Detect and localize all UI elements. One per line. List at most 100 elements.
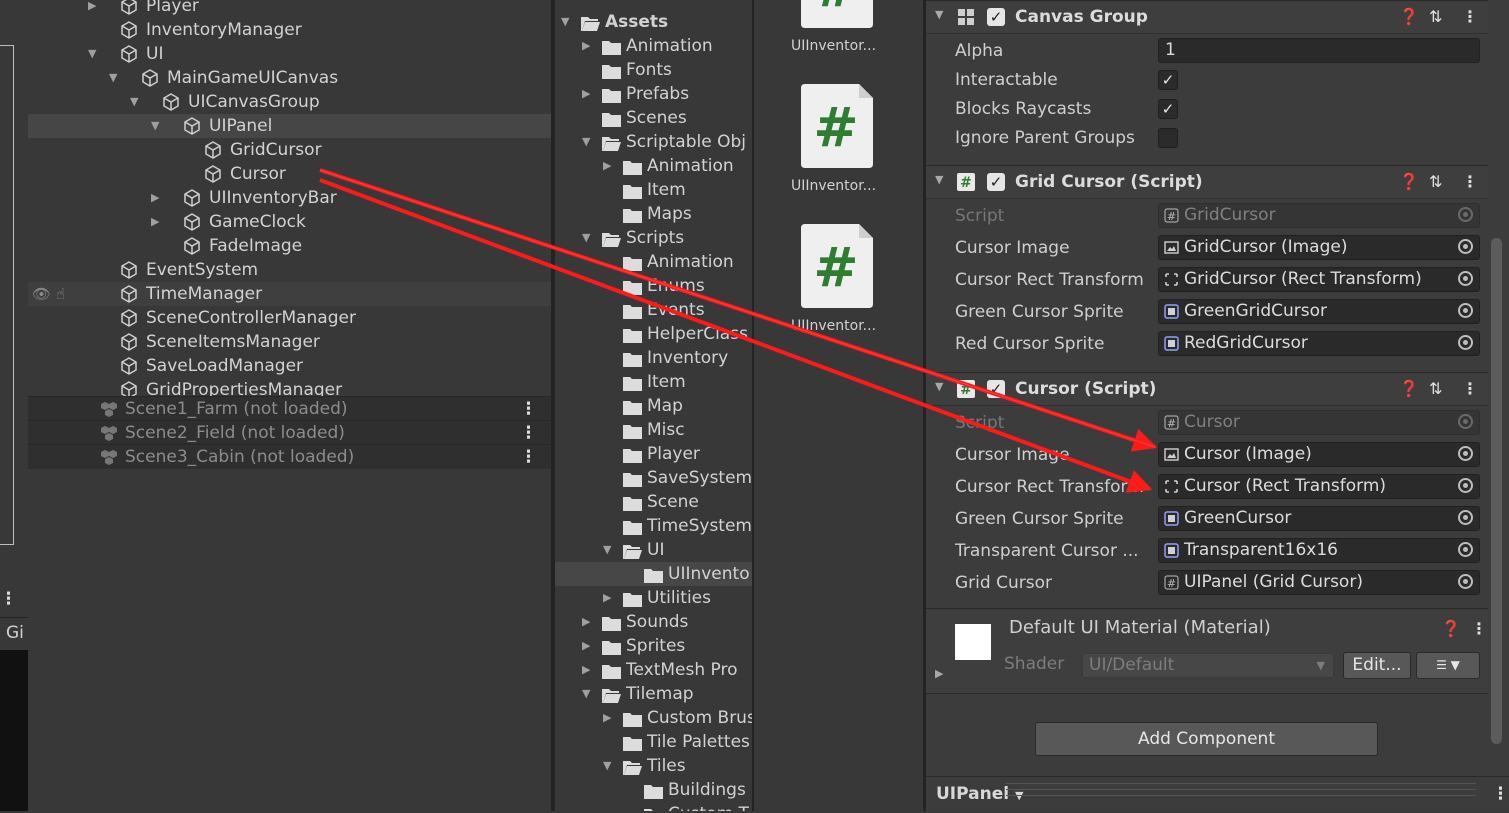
foldout-arrow-icon[interactable]: ▼ xyxy=(935,8,943,21)
object-reference-field[interactable]: Cursor (Rect Transform) xyxy=(1158,474,1480,499)
collapse-arrow-icon[interactable]: ▶ xyxy=(582,610,590,634)
object-picker-icon[interactable] xyxy=(1458,542,1473,557)
script-asset[interactable]: # UIInventor... xyxy=(791,84,876,194)
project-folder-item[interactable]: Tile Palettes xyxy=(555,730,752,754)
interactable-checkbox[interactable]: ✓ xyxy=(1158,70,1178,90)
object-reference-field[interactable]: GreenGridCursor xyxy=(1158,299,1480,324)
scrollbar-track[interactable] xyxy=(1488,0,1509,780)
script-asset[interactable]: # UIInventor... xyxy=(791,224,876,334)
visibility-eye-icon[interactable]: 👁 xyxy=(32,282,51,306)
project-folder-item[interactable]: ▶ Prefabs xyxy=(555,82,752,106)
object-reference-field[interactable]: Transparent16x16 xyxy=(1158,538,1480,563)
object-picker-icon[interactable] xyxy=(1458,446,1473,461)
project-folder-item[interactable]: ▼ Tilemap xyxy=(555,682,752,706)
project-folder-item[interactable]: Maps xyxy=(555,202,752,226)
kebab-menu-icon[interactable]: ⋮ xyxy=(0,587,17,611)
component-enabled-checkbox[interactable]: ✓ xyxy=(987,173,1005,191)
help-icon[interactable]: ❓ xyxy=(1399,373,1419,405)
object-picker-icon[interactable] xyxy=(1458,271,1473,286)
hierarchy-item[interactable]: Cursor xyxy=(28,162,551,186)
project-folder-item[interactable]: Player xyxy=(555,442,752,466)
kebab-menu-icon[interactable]: ⋮ xyxy=(1462,1,1478,33)
project-folder-item[interactable]: ▼ Scripts xyxy=(555,226,752,250)
scene-row[interactable]: Scene3_Cabin (not loaded) ⋮ xyxy=(28,444,551,469)
project-folder-item[interactable]: UIInvento xyxy=(555,562,752,586)
cursor-script-header[interactable]: ▼ # ✓ Cursor (Script) ❓ ⇅ ⋮ xyxy=(926,372,1488,406)
scene-row[interactable]: Scene2_Field (not loaded) ⋮ xyxy=(28,420,551,445)
hierarchy-item[interactable]: ▶ UIInventoryBar xyxy=(28,186,551,210)
hierarchy-item[interactable]: ▶ GameClock xyxy=(28,210,551,234)
object-picker-icon[interactable] xyxy=(1458,510,1473,525)
alpha-field[interactable]: 1 xyxy=(1158,38,1480,63)
project-folder-item[interactable]: Animation xyxy=(555,250,752,274)
object-reference-field[interactable]: # UIPanel (Grid Cursor) xyxy=(1158,570,1480,595)
expand-arrow-icon[interactable]: ▼ xyxy=(582,682,590,706)
hierarchy-item[interactable]: ▼ UICanvasGroup xyxy=(28,90,551,114)
hierarchy-item[interactable]: InventoryManager xyxy=(28,18,551,42)
collapse-arrow-icon[interactable]: ▶ xyxy=(151,186,159,210)
presets-icon[interactable]: ⇅ xyxy=(1429,166,1442,198)
project-folder-item[interactable]: ▼ Scriptable Obj xyxy=(555,130,752,154)
project-folder-item[interactable]: ▶ Custom Brus xyxy=(555,706,752,730)
hierarchy-item[interactable]: ▼ MainGameUICanvas xyxy=(28,66,551,90)
collapse-arrow-icon[interactable]: ▶ xyxy=(603,706,611,730)
project-folder-item[interactable]: ▼ Assets xyxy=(555,10,752,34)
edit-shader-button[interactable]: Edit... xyxy=(1343,652,1411,679)
project-folder-item[interactable]: Events xyxy=(555,298,752,322)
scene-row[interactable]: Scene1_Farm (not loaded) ⋮ xyxy=(28,396,551,421)
object-reference-field[interactable]: GridCursor (Rect Transform) xyxy=(1158,267,1480,292)
project-folder-item[interactable]: Misc xyxy=(555,418,752,442)
project-folder-item[interactable]: ▼ Tiles xyxy=(555,754,752,778)
canvas-group-header[interactable]: ▼ ✓ Canvas Group ❓ ⇅ ⋮ xyxy=(926,0,1488,34)
object-picker-icon[interactable] xyxy=(1458,335,1473,350)
project-folder-item[interactable]: ▶ Sounds xyxy=(555,610,752,634)
project-folder-item[interactable]: SaveSystem xyxy=(555,466,752,490)
pickable-hand-icon[interactable]: ☝ xyxy=(56,282,65,306)
shader-options-dropdown[interactable]: ☰ ▼ xyxy=(1416,652,1480,679)
collapse-arrow-icon[interactable]: ▶ xyxy=(603,154,611,178)
foldout-arrow-icon[interactable]: ▶ xyxy=(935,667,943,680)
project-folder-item[interactable]: Custom T xyxy=(555,802,752,811)
expand-arrow-icon[interactable]: ▼ xyxy=(109,66,117,90)
ignore-parent-groups-checkbox[interactable] xyxy=(1158,128,1178,148)
script-asset[interactable]: # UIInventor... xyxy=(791,0,876,54)
kebab-menu-icon[interactable]: ⋮ xyxy=(520,421,537,445)
kebab-menu-icon[interactable]: ⋮ xyxy=(1471,619,1487,638)
project-folder-item[interactable]: Scenes xyxy=(555,106,752,130)
object-reference-field[interactable]: RedGridCursor xyxy=(1158,331,1480,356)
component-enabled-checkbox[interactable]: ✓ xyxy=(987,380,1005,398)
kebab-menu-icon[interactable]: ⋮ xyxy=(520,445,537,469)
hierarchy-item[interactable]: SceneControllerManager xyxy=(28,306,551,330)
expand-arrow-icon[interactable]: ▼ xyxy=(582,226,590,250)
collapse-arrow-icon[interactable]: ▶ xyxy=(151,210,159,234)
collapse-arrow-icon[interactable]: ▶ xyxy=(582,658,590,682)
project-folder-item[interactable]: ▼ UI xyxy=(555,538,752,562)
collapse-arrow-icon[interactable]: ▶ xyxy=(582,634,590,658)
hierarchy-item[interactable]: ▶ Player xyxy=(28,0,551,18)
expand-arrow-icon[interactable]: ▼ xyxy=(603,754,611,778)
project-folder-item[interactable]: Fonts xyxy=(555,58,752,82)
expand-arrow-icon[interactable]: ▼ xyxy=(88,42,96,66)
object-reference-field[interactable]: GridCursor (Image) xyxy=(1158,235,1480,260)
expand-arrow-icon[interactable]: ▼ xyxy=(151,114,159,138)
object-picker-icon[interactable] xyxy=(1458,239,1473,254)
component-enabled-checkbox[interactable]: ✓ xyxy=(987,8,1005,26)
hierarchy-item[interactable]: SceneItemsManager xyxy=(28,330,551,354)
kebab-menu-icon[interactable]: ⋮ xyxy=(1492,777,1509,811)
object-reference-field[interactable]: GreenCursor xyxy=(1158,506,1480,531)
project-folder-item[interactable]: ▶ TextMesh Pro xyxy=(555,658,752,682)
hierarchy-item[interactable]: FadeImage xyxy=(28,234,551,258)
project-folder-item[interactable]: ▶ Animation xyxy=(555,34,752,58)
help-icon[interactable]: ❓ xyxy=(1399,166,1419,198)
blocks-raycasts-checkbox[interactable]: ✓ xyxy=(1158,99,1178,119)
kebab-menu-icon[interactable]: ⋮ xyxy=(1462,373,1478,405)
project-folder-item[interactable]: ▶ Utilities xyxy=(555,586,752,610)
project-folder-item[interactable]: Inventory xyxy=(555,346,752,370)
expand-arrow-icon[interactable]: ▼ xyxy=(582,130,590,154)
game-tab-label[interactable]: Gi xyxy=(6,620,24,646)
hierarchy-item[interactable]: ▼ UI xyxy=(28,42,551,66)
project-folder-item[interactable]: Buildings xyxy=(555,778,752,802)
kebab-menu-icon[interactable]: ⋮ xyxy=(520,397,537,421)
collapse-arrow-icon[interactable]: ▶ xyxy=(582,82,590,106)
collapse-arrow-icon[interactable]: ▶ xyxy=(88,0,96,18)
